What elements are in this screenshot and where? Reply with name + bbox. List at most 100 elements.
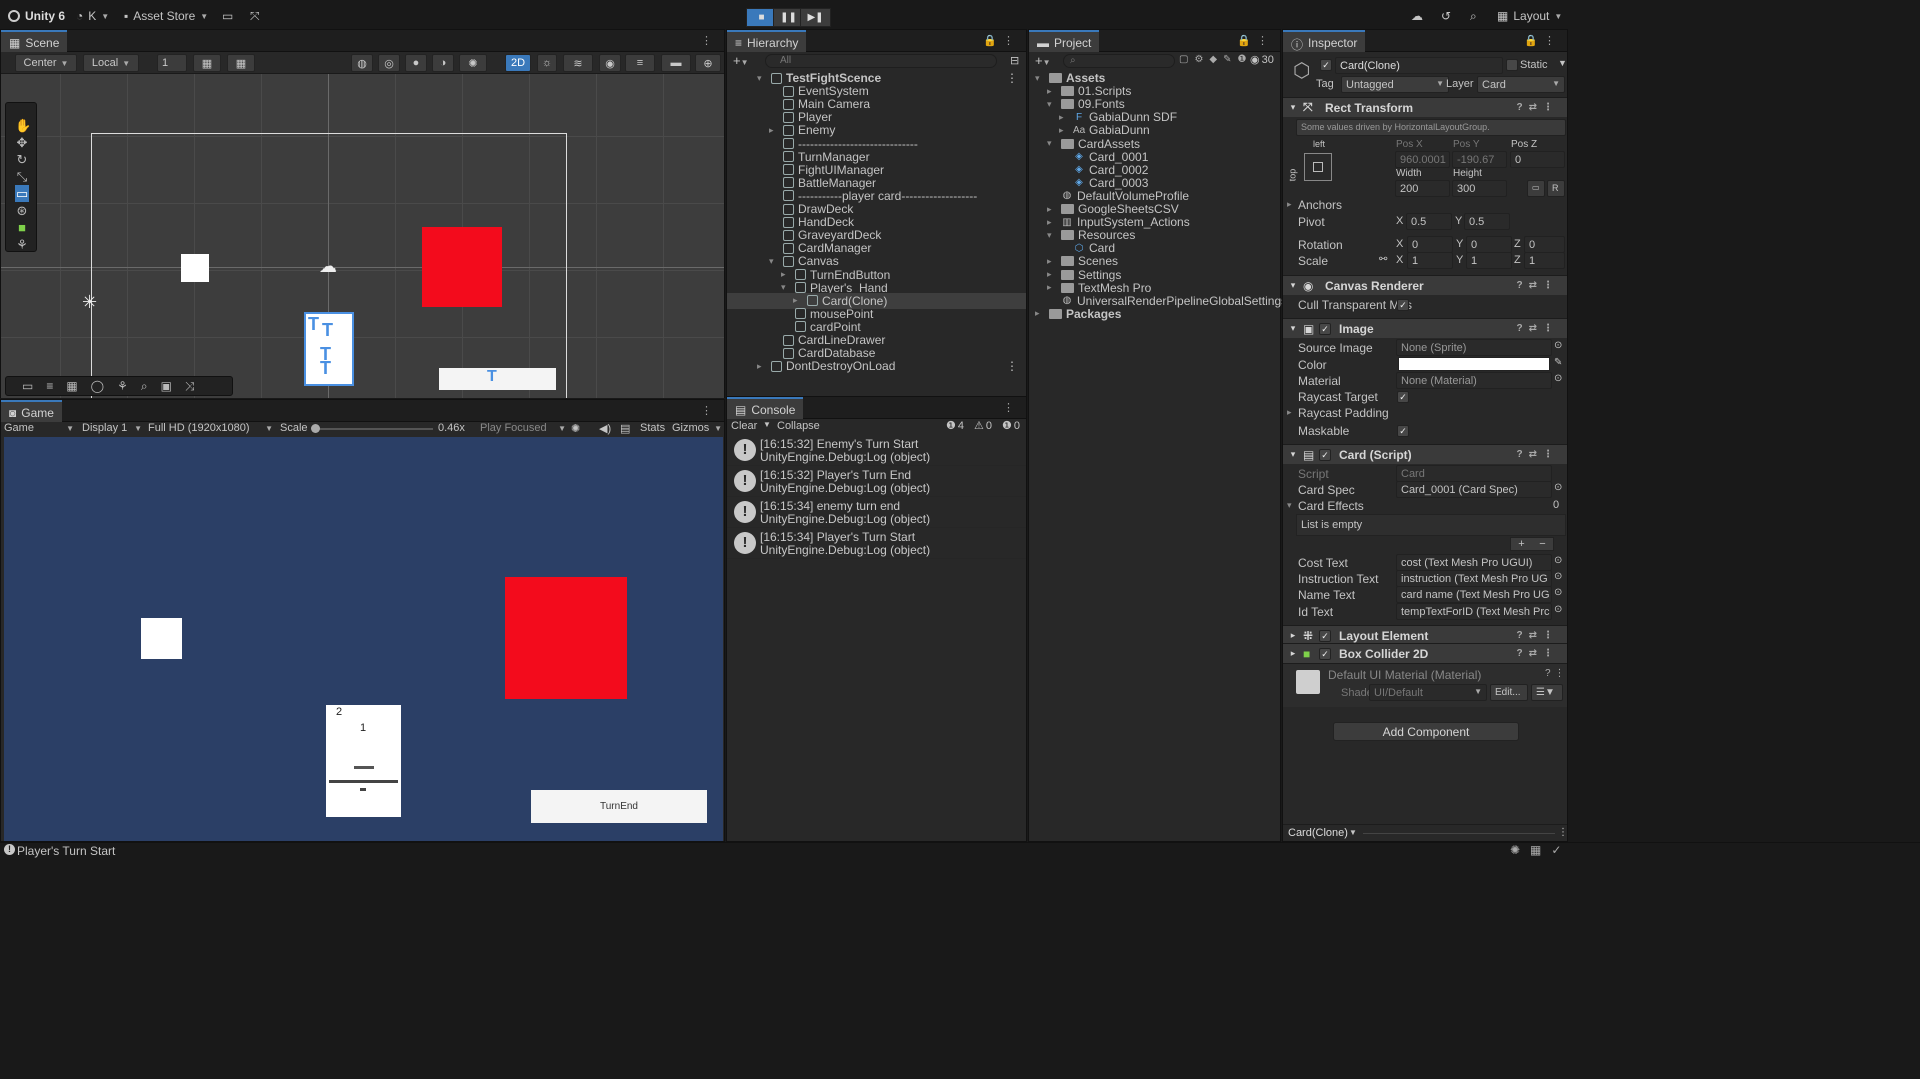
grid-size-field[interactable]: 1 [157,54,187,72]
foldout-arrow-icon[interactable]: ▸ [1035,308,1045,319]
pivot-gizmo-icon[interactable]: ✳ [82,292,97,313]
version-control-icon[interactable]: ⤧ [250,9,260,24]
history-icon[interactable]: ↺ [1441,9,1451,23]
project-filter-icons[interactable]: ▢⚙◆✎❶ [1179,54,1252,65]
anchor-preset-button[interactable] [1304,153,1332,181]
panel-menu-icon[interactable]: ⋮ [701,404,718,417]
card-effects-foldout-icon[interactable]: ▾ [1287,500,1292,511]
scene-enemy-square[interactable] [422,227,502,307]
rot-x-field[interactable]: 0 [1407,236,1453,253]
instruction-text-field[interactable]: instruction (Text Mesh Pro UG [1396,570,1552,587]
object-picker-icon[interactable]: ⊙ [1554,340,1562,351]
width-field[interactable]: 200 [1395,180,1450,197]
color-swatch[interactable] [1398,357,1550,371]
rot-y-field[interactable]: 0 [1466,236,1512,253]
collider-tool-icon[interactable]: ■ [15,219,29,236]
component-menu-icons[interactable]: ?⇄⋮ [1517,102,1560,113]
footer-menu-icon[interactable]: ⋮ [1558,827,1567,838]
warning-count[interactable]: ⚠ 0 [974,419,992,433]
panel-menu-icon[interactable]: ⋮ [701,34,718,47]
bottom-tools-overlay[interactable]: ▭≡▦◯⚘⌕▣⤨ [5,376,233,396]
increment-snap-icon[interactable]: ▦ [227,54,255,72]
anchors-foldout-icon[interactable]: ▸ [1287,199,1292,210]
active-checkbox[interactable]: ✓ [1320,59,1332,71]
clear-options-dropdown[interactable]: ▼ [763,420,771,429]
tab-hierarchy[interactable]: ≡ Hierarchy [727,30,807,52]
status-message[interactable]: Player's Turn Start [17,844,115,858]
foldout-arrow-icon[interactable]: ▾ [1035,73,1045,84]
foldout-arrow-icon[interactable]: ▾ [769,256,779,267]
scale-y-field[interactable]: 1 [1466,252,1512,269]
foldout-arrow-icon[interactable]: ▸ [769,125,779,136]
gizmos-scene-icon[interactable]: ⊕ [695,54,721,72]
image-enabled-checkbox[interactable]: ✓ [1319,322,1331,335]
create-icon[interactable]: +▼ [1035,53,1051,68]
console-entry[interactable]: ! [16:15:32] Enemy's Turn Start UnityEngin… [727,435,1026,466]
lock-icon[interactable]: 🔒⋮ [1237,34,1274,47]
hierarchy-item[interactable]: ▸ DontDestroyOnLoad ⋮ [727,358,1026,374]
image-header[interactable]: ▾ ▣ ✓ Image ?⇄⋮ [1283,318,1567,338]
add-icon[interactable]: +▼ [733,53,749,68]
cull-transparent-checkbox[interactable]: ✓ [1397,299,1409,311]
custom-tool-icon[interactable]: ⚘ [15,236,29,253]
space-dropdown[interactable]: Local ▼ [83,54,139,72]
object-picker-icon[interactable]: ⊙ [1554,571,1562,582]
foldout-arrow-icon[interactable]: ▾ [1047,138,1057,149]
scene-player-square[interactable] [181,254,209,282]
cost-text-field[interactable]: cost (Text Mesh Pro UGUI) [1396,554,1552,571]
object-picker-icon[interactable]: ⊙ [1554,373,1562,384]
object-picker-icon[interactable]: ⊙ [1554,587,1562,598]
foldout-arrow-icon[interactable]: ▸ [1047,204,1057,215]
camera-gizmo-icon[interactable]: ☁ [319,256,337,277]
game-card[interactable]: 2 1 [326,705,401,817]
console-entry[interactable]: ! [16:15:34] enemy turn end UnityEngine.De… [727,497,1026,528]
posz-field[interactable]: 0 [1510,151,1565,168]
turnend-button[interactable]: TurnEnd [531,790,707,823]
card-script-header[interactable]: ▾ ▤ ✓ Card (Script) ?⇄⋮ [1283,444,1567,464]
project-search-input[interactable]: ⌕ [1063,54,1175,68]
rect-tool-icon[interactable]: ▭ [15,185,29,202]
foldout-arrow-icon[interactable]: ▸ [1059,125,1069,136]
id-text-field[interactable]: tempTextForID (Text Mesh Prc [1396,603,1552,620]
camera-icon[interactable]: ▬ [661,54,691,72]
foldout-arrow-icon[interactable]: ▾ [757,73,767,84]
maskable-checkbox[interactable]: ✓ [1397,425,1409,437]
raycast-padding-label[interactable]: Raycast Padding [1298,406,1389,420]
posy-field[interactable]: -190.67 [1452,151,1507,168]
pivot-y-field[interactable]: 0.5 [1464,213,1510,230]
component-menu-icons[interactable]: ?⇄⋮ [1517,449,1560,460]
static-checkbox[interactable] [1506,59,1518,71]
posx-field[interactable]: 960.0001 [1395,151,1450,168]
tab-scene[interactable]: ▦ Scene [1,30,68,52]
tag-dropdown[interactable]: Untagged ▼ [1341,76,1449,93]
foldout-arrow-icon[interactable]: ▾ [781,282,791,293]
bug-icon[interactable]: ✺ [571,422,580,435]
clear-button[interactable]: Clear [731,420,757,432]
box-collider-checkbox[interactable]: ✓ [1319,647,1331,660]
scene-menu-icon[interactable]: ⋮ [1006,359,1018,373]
account-dropdown[interactable]: ◔ K ▼ [76,9,109,23]
pivot-x-field[interactable]: 0.5 [1406,213,1452,230]
hierarchy-search-input[interactable]: All [765,54,997,68]
scene-viewport[interactable]: ☁ ✳ T T T T T [1,74,724,398]
unity-version[interactable]: Unity 6 [8,9,65,23]
move-tool-icon[interactable]: ✥ [15,134,29,151]
game-viewport[interactable]: 2 1 TurnEnd [4,437,723,841]
material-field[interactable]: None (Material) [1396,372,1552,389]
lit-icon[interactable]: ◑ [432,54,454,72]
eyedropper-icon[interactable]: ✎ [1554,357,1562,368]
add-element-button[interactable]: + [1518,538,1524,550]
overlays-icon[interactable]: ≡ [625,54,655,72]
component-menu-icons[interactable]: ?⇄⋮ [1517,280,1560,291]
grid-snap-icon[interactable]: ▦ [193,54,221,72]
audio-icon[interactable]: ◀) [599,422,611,435]
object-picker-icon[interactable]: ⊙ [1554,555,1562,566]
scale-slider[interactable] [311,424,433,433]
lock-icon[interactable]: 🔒⋮ [1524,34,1561,47]
shader-edit-button[interactable]: Edit... [1490,684,1528,701]
component-menu-icons[interactable]: ?⇄⋮ [1517,323,1560,334]
scale-z-field[interactable]: 1 [1524,252,1565,269]
tab-project[interactable]: ▬ Project [1029,30,1100,52]
resolution-dropdown[interactable]: Full HD (1920x1080) ▼ [148,422,273,434]
scene-card-selected[interactable]: T T T T [304,312,354,386]
